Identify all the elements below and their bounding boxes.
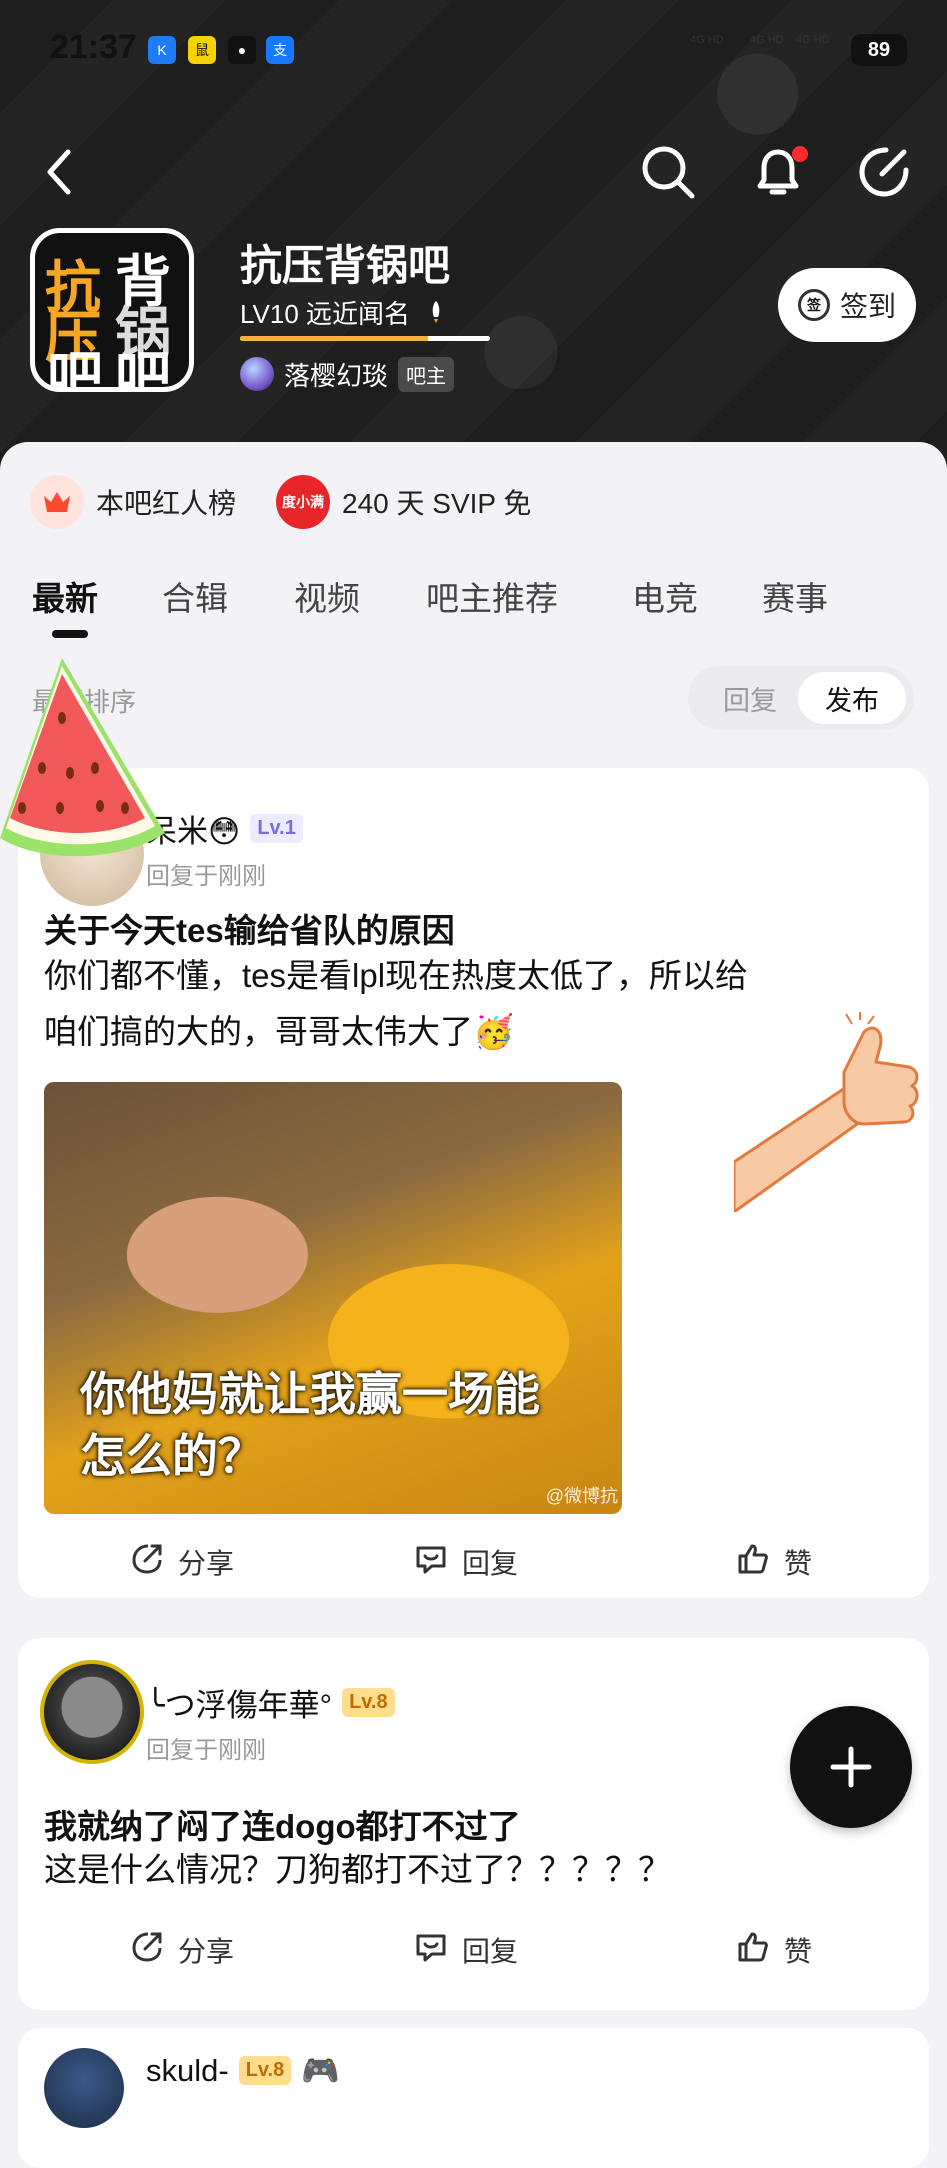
owner-avatar	[240, 357, 274, 391]
signal-icon: 4G HD	[750, 34, 784, 46]
level-progress-bar	[240, 336, 490, 341]
reply-button[interactable]: 回复	[414, 1532, 518, 1592]
author-avatar[interactable]	[40, 1660, 144, 1764]
level-badge: Lv.1	[250, 814, 303, 843]
like-button[interactable]: 赞	[736, 1920, 812, 1980]
app-notification-icon: 鼠	[188, 36, 216, 64]
owner-name: 落樱幻琰	[284, 360, 389, 391]
post-title[interactable]: 我就纳了闷了连dogo都打不过了	[44, 1800, 521, 1848]
tab-collections[interactable]: 合辑	[162, 572, 228, 620]
image-watermark: @微博抗	[545, 1486, 618, 1506]
post-body[interactable]: 这是什么情况？刀狗都打不过了？？？？？	[44, 1842, 914, 1898]
share-button[interactable]: 分享	[130, 1532, 234, 1592]
share-button[interactable]: 分享	[130, 1920, 234, 1980]
signal-icon: 4G HD	[690, 34, 724, 46]
author-avatar[interactable]	[44, 2048, 124, 2128]
notification-dot	[792, 146, 808, 162]
thumbs-up-icon	[736, 1542, 770, 1583]
alipay-icon: 支	[266, 36, 294, 64]
sort-by-reply[interactable]: 回复	[696, 672, 804, 724]
bell-icon[interactable]	[746, 140, 810, 204]
thumbs-up-icon	[736, 1930, 770, 1971]
forum-header: 21:37 K 鼠 ● 支 4G HD 4G HD 4G HD 89 抗 背 压…	[0, 0, 947, 470]
share-icon	[130, 1930, 164, 1971]
forum-logo[interactable]: 抗 背 压 锅 吧 吧	[30, 228, 194, 392]
sort-by-publish[interactable]: 发布	[798, 672, 906, 724]
search-icon[interactable]	[636, 140, 700, 204]
forum-name: 抗压背锅吧	[240, 242, 451, 289]
tab-matches[interactable]: 赛事	[762, 572, 828, 620]
like-button[interactable]: 赞	[736, 1532, 812, 1592]
thumbs-up-sticker	[734, 1012, 919, 1212]
svip-link[interactable]: 度小满 240 天 SVIP 免	[276, 472, 531, 532]
forum-level: LV10 远近闻名	[240, 294, 445, 331]
app-notification-icon: ●	[228, 36, 256, 64]
post-meta: 回复于刚刚	[146, 1737, 266, 1764]
author-name[interactable]: ╰つ浮傷年華°	[146, 1680, 332, 1725]
plus-icon	[830, 1746, 872, 1788]
new-post-button[interactable]	[790, 1706, 912, 1828]
sort-toggle[interactable]: 回复 发布	[688, 666, 914, 730]
tab-owner-picks[interactable]: 吧主推荐	[426, 572, 558, 620]
comment-icon	[414, 1542, 448, 1583]
signin-button[interactable]: 签 签到	[778, 268, 916, 342]
badge-emoji: 🎮	[301, 2053, 340, 2088]
back-icon[interactable]	[28, 140, 92, 204]
post-card[interactable]: ╰つ浮傷年華° Lv.8 回复于刚刚 我就纳了闷了连dogo都打不过了 这是什么…	[18, 1638, 929, 2010]
crown-icon	[30, 475, 84, 529]
forum-owner[interactable]: 落樱幻琰 吧主	[240, 356, 455, 392]
watermelon-sticker	[0, 658, 165, 857]
comment-icon	[414, 1930, 448, 1971]
edit-icon[interactable]	[852, 140, 916, 204]
signal-icon: 4G HD	[796, 34, 830, 46]
reply-button[interactable]: 回复	[414, 1920, 518, 1980]
battery-indicator: 89	[851, 34, 907, 66]
post-title[interactable]: 关于今天tes输给省队的原因	[44, 904, 455, 952]
status-time: 21:37	[50, 28, 137, 66]
level-badge: Lv.8	[238, 2056, 292, 2085]
level-badge: Lv.8	[342, 1688, 395, 1717]
author-name[interactable]: skuld-	[146, 2053, 229, 2089]
rocket-icon	[427, 299, 445, 329]
tab-latest[interactable]: 最新	[32, 572, 98, 620]
signin-icon: 签	[797, 289, 830, 321]
owner-badge: 吧主	[398, 356, 455, 392]
svip-icon: 度小满	[276, 475, 330, 529]
tab-indicator	[52, 630, 88, 638]
tab-bar: 最新 合辑 视频 吧主推荐 电竞 赛事	[0, 572, 947, 642]
post-image[interactable]: 你他妈就让我赢一场能 怎么的？ @微博抗	[44, 1082, 622, 1514]
status-bar: 21:37 K 鼠 ● 支 4G HD 4G HD 4G HD 89	[0, 24, 947, 78]
app-notification-icon: K	[148, 36, 176, 64]
tab-video[interactable]: 视频	[294, 572, 360, 620]
tab-esports[interactable]: 电竞	[632, 572, 698, 620]
red-ranking-link[interactable]: 本吧红人榜	[30, 472, 236, 532]
post-card[interactable]: skuld- Lv.8 🎮	[18, 2028, 929, 2168]
share-icon	[130, 1542, 164, 1583]
